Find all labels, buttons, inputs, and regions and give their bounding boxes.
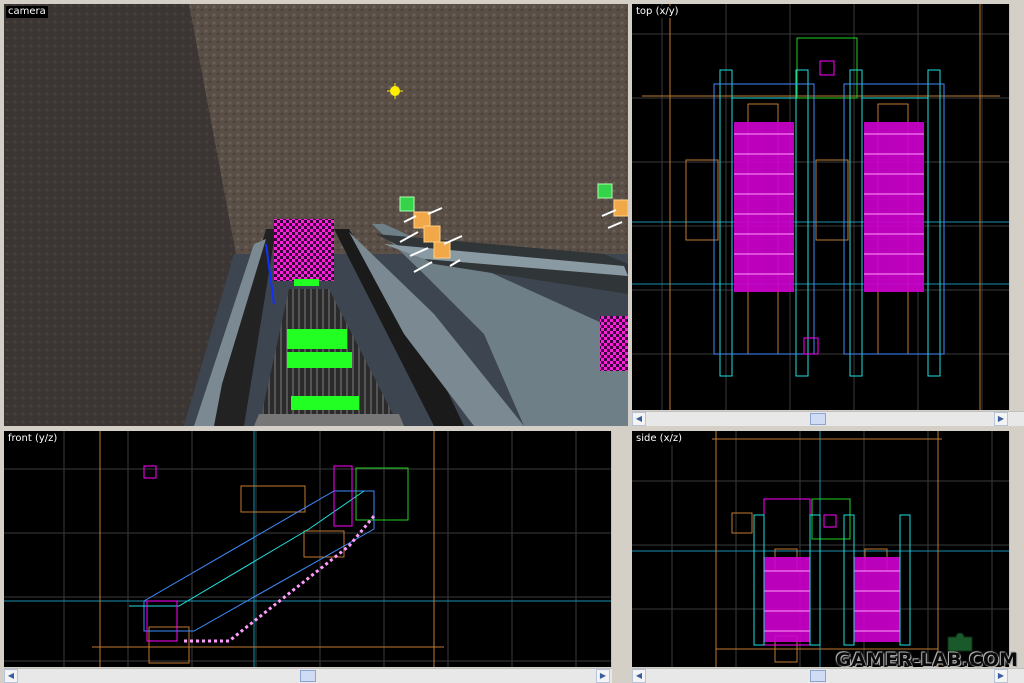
camera-viewport-label: camera xyxy=(6,6,48,18)
top-viewport-label: top (x/y) xyxy=(634,6,681,18)
arrow-left-icon[interactable]: ◀ xyxy=(632,412,646,426)
front-viewport-vscroll[interactable]: ▲ ▼ xyxy=(611,431,612,667)
top-viewport-hscroll[interactable]: ◀ ▶ xyxy=(632,411,1024,426)
front-hscroll-thumb[interactable] xyxy=(300,670,316,682)
side-viewport-label: side (x/z) xyxy=(634,433,685,445)
top-view-grid xyxy=(632,4,1010,410)
front-viewport-hscroll[interactable]: ◀ ▶ xyxy=(4,668,612,683)
arrow-right-icon[interactable]: ▶ xyxy=(994,669,1008,683)
top-hscroll-thumb[interactable] xyxy=(810,413,826,425)
arrow-left-icon[interactable]: ◀ xyxy=(4,669,18,683)
side-hscroll-thumb[interactable] xyxy=(810,670,826,682)
arrow-right-icon[interactable]: ▶ xyxy=(596,669,610,683)
side-viewport-vscroll[interactable]: ▲ ▼ xyxy=(1009,431,1010,667)
top-viewport[interactable]: top (x/y) xyxy=(632,4,1010,410)
arrow-left-icon[interactable]: ◀ xyxy=(632,669,646,683)
arrow-right-icon[interactable]: ▶ xyxy=(994,412,1008,426)
front-viewport-label: front (y/z) xyxy=(6,433,60,445)
camera-scene xyxy=(4,4,628,426)
top-viewport-vscroll[interactable]: ▲ ▼ xyxy=(1009,4,1010,410)
camera-viewport[interactable]: camera xyxy=(4,4,628,426)
front-view-grid xyxy=(4,431,612,667)
watermark-text: GAMER-LAB.COM xyxy=(835,649,1018,671)
front-viewport[interactable]: front (y/z) ▲ ▼ xyxy=(4,431,612,667)
